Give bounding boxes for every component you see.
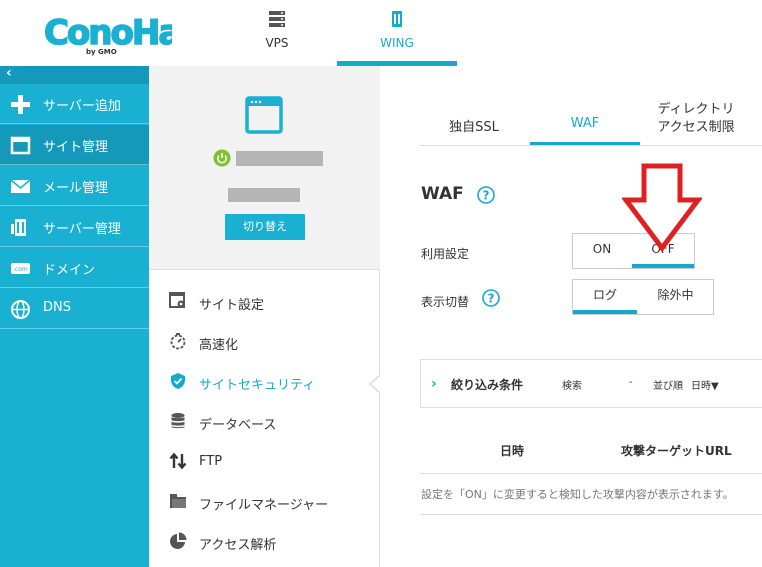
sidebar-item-domain[interactable]: .com ドメイン bbox=[0, 248, 149, 288]
sidebar-item-label: サイト管理 bbox=[43, 140, 109, 155]
subtab-directory-access[interactable]: ディレクトリ アクセス制限 bbox=[641, 96, 751, 146]
subtab-label-line1: ディレクトリ bbox=[657, 102, 735, 117]
sidebar-item-dns[interactable]: DNS bbox=[0, 289, 149, 329]
menu-item-label: アクセス解析 bbox=[199, 538, 277, 553]
transfer-icon bbox=[169, 452, 187, 470]
sidebar-item-add-server[interactable]: サーバー追加 bbox=[0, 84, 149, 124]
column-header-date[interactable]: 日時 bbox=[500, 442, 524, 459]
chevron-left-icon: ‹ bbox=[6, 65, 12, 81]
domain-icon: .com bbox=[11, 263, 30, 274]
sidebar-item-label: ドメイン bbox=[43, 263, 96, 278]
menu-site-security[interactable]: サイトセキュリティ bbox=[149, 361, 380, 401]
sidebar-item-label: メール管理 bbox=[43, 181, 109, 196]
help-icon[interactable]: ? bbox=[482, 289, 500, 307]
mail-icon bbox=[10, 179, 31, 193]
svg-text:?: ? bbox=[488, 292, 495, 306]
sidebar: ‹ サーバー追加 サイト管理 メール管理 サーバー管理 .com ドメイン DN… bbox=[0, 65, 149, 567]
menu-file-manager[interactable]: ファイルマネージャー bbox=[149, 481, 380, 521]
menu-item-label: データベース bbox=[199, 418, 277, 433]
server-icon bbox=[269, 11, 285, 27]
tab-wing[interactable]: WING bbox=[337, 0, 457, 66]
tab-wing-label: WING bbox=[380, 36, 414, 50]
menu-speedup[interactable]: 高速化 bbox=[149, 321, 380, 361]
sidebar-item-site-management[interactable]: サイト管理 bbox=[0, 125, 149, 165]
subtab-label: 独自SSL bbox=[449, 120, 499, 135]
display-switch-label: 表示切替 bbox=[421, 295, 470, 309]
menu-item-label: サイト設定 bbox=[199, 298, 265, 313]
menu-item-label: FTP bbox=[199, 454, 223, 469]
column-header-target-url[interactable]: 攻撃ターゲットURL bbox=[621, 442, 732, 459]
site-name-redacted bbox=[236, 151, 323, 166]
menu-access-analytics[interactable]: アクセス解析 bbox=[149, 521, 380, 561]
filter-bar[interactable]: › 絞り込み条件 検索 - 並び順 日時▼ bbox=[420, 359, 762, 408]
site-settings-icon bbox=[169, 292, 185, 308]
subtab-waf[interactable]: WAF bbox=[530, 96, 640, 146]
red-down-arrow bbox=[622, 163, 702, 253]
menu-ftp[interactable]: FTP bbox=[149, 441, 380, 481]
site-panel: 切り替え サイト設定 高速化 サイトセキュリティ データベース FTP ファイル… bbox=[149, 66, 380, 567]
subtab-custom-ssl[interactable]: 独自SSL bbox=[419, 96, 529, 146]
server-manage-icon bbox=[11, 219, 26, 236]
tab-vps-label: VPS bbox=[265, 36, 289, 50]
search-label: 検索 bbox=[562, 381, 582, 392]
chevron-right-icon: › bbox=[431, 376, 437, 392]
svg-text:by GMO: by GMO bbox=[86, 48, 117, 56]
wing-icon bbox=[392, 11, 402, 27]
search-value: - bbox=[629, 377, 633, 388]
folder-icon bbox=[170, 494, 186, 508]
menu-item-label: サイトセキュリティ bbox=[199, 378, 316, 393]
pie-chart-icon bbox=[170, 532, 187, 549]
svg-text:.com: .com bbox=[13, 266, 28, 273]
globe-icon bbox=[11, 300, 30, 319]
menu-item-label: 高速化 bbox=[199, 338, 239, 353]
svg-text:ConoHa: ConoHa bbox=[44, 13, 172, 53]
svg-text:?: ? bbox=[483, 189, 490, 203]
subtab-label-line2: アクセス制限 bbox=[657, 120, 735, 135]
sidebar-item-label: サーバー管理 bbox=[43, 222, 121, 237]
shield-icon bbox=[171, 373, 185, 389]
tab-vps[interactable]: VPS bbox=[217, 0, 337, 66]
table-divider bbox=[420, 473, 762, 474]
site-card: 切り替え bbox=[149, 66, 380, 270]
window-icon bbox=[245, 96, 283, 134]
top-header: ConoHa by GMO VPS WING bbox=[0, 0, 762, 66]
sidebar-item-mail[interactable]: メール管理 bbox=[0, 166, 149, 206]
selected-indicator bbox=[632, 264, 694, 268]
table-divider bbox=[420, 514, 762, 515]
sidebar-item-label: サーバー追加 bbox=[43, 99, 121, 114]
subtab-label: WAF bbox=[570, 116, 600, 131]
switch-button[interactable]: 切り替え bbox=[225, 214, 305, 240]
plus-icon bbox=[11, 95, 30, 114]
sort-value[interactable]: 日時▼ bbox=[691, 377, 719, 392]
power-status-icon bbox=[213, 149, 231, 167]
timer-icon bbox=[170, 333, 186, 350]
waf-content: 独自SSL WAF ディレクトリ アクセス制限 WAF ? 利用設定 ON OF… bbox=[381, 66, 762, 567]
empty-table-message: 設定を「ON」に変更すると検知した攻撃内容が表示されます。 bbox=[421, 488, 734, 501]
display-excluded-option[interactable]: 除外中 bbox=[638, 280, 713, 314]
selected-indicator bbox=[573, 310, 637, 314]
help-icon[interactable]: ? bbox=[477, 186, 495, 204]
display-log-option[interactable]: ログ bbox=[573, 280, 637, 314]
subtabs-divider bbox=[419, 145, 762, 146]
display-switch-toggle: ログ 除外中 bbox=[572, 279, 714, 315]
page-title: WAF bbox=[421, 184, 464, 204]
database-icon bbox=[171, 413, 185, 429]
menu-site-settings[interactable]: サイト設定 bbox=[149, 281, 380, 321]
menu-item-label: ファイルマネージャー bbox=[199, 498, 329, 513]
sidebar-collapse-button[interactable]: ‹ bbox=[0, 65, 149, 84]
usage-setting-label: 利用設定 bbox=[421, 247, 470, 261]
site-domain-redacted bbox=[228, 188, 300, 202]
sidebar-item-label: DNS bbox=[43, 300, 71, 315]
menu-database[interactable]: データベース bbox=[149, 401, 380, 441]
conoha-logo[interactable]: ConoHa by GMO bbox=[42, 8, 172, 58]
sort-label: 並び順 bbox=[653, 381, 683, 392]
filter-label: 絞り込み条件 bbox=[451, 378, 524, 392]
active-menu-caret bbox=[369, 374, 380, 394]
window-icon bbox=[10, 136, 31, 155]
sidebar-item-server-management[interactable]: サーバー管理 bbox=[0, 207, 149, 247]
